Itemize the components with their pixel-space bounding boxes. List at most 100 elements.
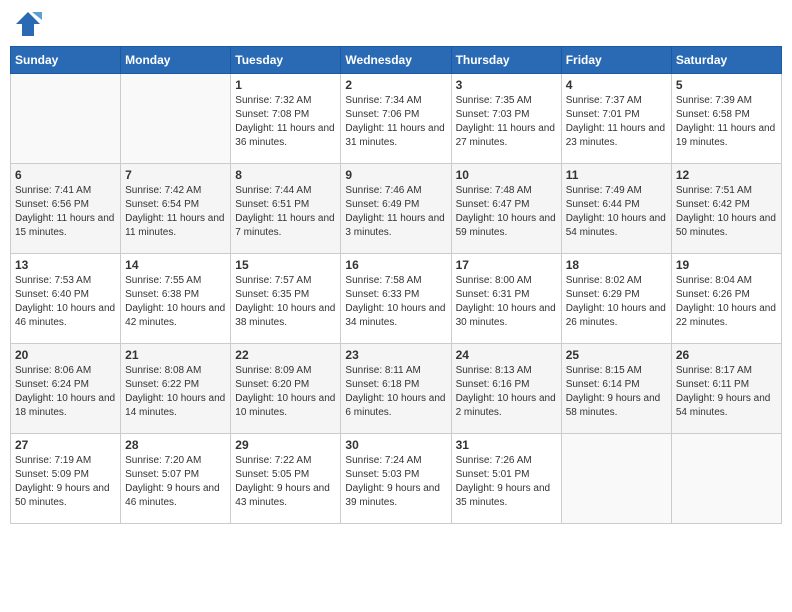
calendar-cell: 6 Sunrise: 7:41 AMSunset: 6:56 PMDaylight… — [11, 164, 121, 254]
weekday-header-sunday: Sunday — [11, 47, 121, 74]
day-number: 14 — [125, 258, 226, 272]
calendar-cell: 27 Sunrise: 7:19 AMSunset: 5:09 PMDayligh… — [11, 434, 121, 524]
calendar-cell: 13 Sunrise: 7:53 AMSunset: 6:40 PMDayligh… — [11, 254, 121, 344]
day-number: 6 — [15, 168, 116, 182]
cell-info: Sunrise: 8:11 AMSunset: 6:18 PMDaylight:… — [345, 364, 446, 420]
day-number: 7 — [125, 168, 226, 182]
calendar-cell: 16 Sunrise: 7:58 AMSunset: 6:33 PMDayligh… — [341, 254, 451, 344]
day-number: 22 — [235, 348, 336, 362]
calendar-cell: 3 Sunrise: 7:35 AMSunset: 7:03 PMDaylight… — [451, 74, 561, 164]
day-number: 13 — [15, 258, 116, 272]
calendar-cell: 29 Sunrise: 7:22 AMSunset: 5:05 PMDayligh… — [231, 434, 341, 524]
calendar-cell: 21 Sunrise: 8:08 AMSunset: 6:22 PMDayligh… — [121, 344, 231, 434]
cell-info: Sunrise: 7:34 AMSunset: 7:06 PMDaylight:… — [345, 94, 446, 150]
weekday-header-friday: Friday — [561, 47, 671, 74]
day-number: 8 — [235, 168, 336, 182]
calendar-cell: 8 Sunrise: 7:44 AMSunset: 6:51 PMDaylight… — [231, 164, 341, 254]
page-header — [10, 10, 782, 38]
day-number: 27 — [15, 438, 116, 452]
week-row-4: 20Sunrise: 8:06 AMSunset: 6:24 PMDayligh… — [11, 344, 782, 434]
weekday-header-wednesday: Wednesday — [341, 47, 451, 74]
week-row-1: 1 Sunrise: 7:32 AMSunset: 7:08 PMDaylight… — [11, 74, 782, 164]
day-number: 28 — [125, 438, 226, 452]
cell-info: Sunrise: 8:00 AMSunset: 6:31 PMDaylight:… — [456, 274, 557, 330]
cell-info: Sunrise: 8:04 AMSunset: 6:26 PMDaylight:… — [676, 274, 777, 330]
calendar-cell: 7Sunrise: 7:42 AMSunset: 6:54 PMDaylight… — [121, 164, 231, 254]
cell-info: Sunrise: 7:53 AMSunset: 6:40 PMDaylight:… — [15, 274, 116, 330]
calendar-cell: 28Sunrise: 7:20 AMSunset: 5:07 PMDayligh… — [121, 434, 231, 524]
cell-info: Sunrise: 7:46 AMSunset: 6:49 PMDaylight:… — [345, 184, 446, 240]
cell-info: Sunrise: 7:55 AMSunset: 6:38 PMDaylight:… — [125, 274, 226, 330]
cell-info: Sunrise: 7:22 AMSunset: 5:05 PMDaylight:… — [235, 454, 336, 510]
calendar-cell: 17 Sunrise: 8:00 AMSunset: 6:31 PMDayligh… — [451, 254, 561, 344]
weekday-header-thursday: Thursday — [451, 47, 561, 74]
weekday-header-monday: Monday — [121, 47, 231, 74]
calendar-cell — [121, 74, 231, 164]
calendar-cell: 22 Sunrise: 8:09 AMSunset: 6:20 PMDayligh… — [231, 344, 341, 434]
day-number: 2 — [345, 78, 446, 92]
day-number: 11 — [566, 168, 667, 182]
day-number: 12 — [676, 168, 777, 182]
cell-info: Sunrise: 7:49 AMSunset: 6:44 PMDaylight:… — [566, 184, 667, 240]
cell-info: Sunrise: 7:58 AMSunset: 6:33 PMDaylight:… — [345, 274, 446, 330]
day-number: 3 — [456, 78, 557, 92]
calendar-table: SundayMondayTuesdayWednesdayThursdayFrid… — [10, 46, 782, 524]
calendar-cell: 18Sunrise: 8:02 AMSunset: 6:29 PMDayligh… — [561, 254, 671, 344]
cell-info: Sunrise: 7:41 AMSunset: 6:56 PMDaylight:… — [15, 184, 116, 240]
calendar-cell: 1 Sunrise: 7:32 AMSunset: 7:08 PMDaylight… — [231, 74, 341, 164]
calendar-cell: 19 Sunrise: 8:04 AMSunset: 6:26 PMDayligh… — [671, 254, 781, 344]
day-number: 1 — [235, 78, 336, 92]
day-number: 31 — [456, 438, 557, 452]
header-row: SundayMondayTuesdayWednesdayThursdayFrid… — [11, 47, 782, 74]
day-number: 5 — [676, 78, 777, 92]
calendar-cell: 10 Sunrise: 7:48 AMSunset: 6:47 PMDayligh… — [451, 164, 561, 254]
day-number: 17 — [456, 258, 557, 272]
cell-info: Sunrise: 7:48 AMSunset: 6:47 PMDaylight:… — [456, 184, 557, 240]
cell-info: Sunrise: 7:32 AMSunset: 7:08 PMDaylight:… — [235, 94, 336, 150]
day-number: 20 — [15, 348, 116, 362]
day-number: 10 — [456, 168, 557, 182]
calendar-cell: 14 Sunrise: 7:55 AMSunset: 6:38 PMDayligh… — [121, 254, 231, 344]
calendar-cell: 15 Sunrise: 7:57 AMSunset: 6:35 PMDayligh… — [231, 254, 341, 344]
cell-info: Sunrise: 7:35 AMSunset: 7:03 PMDaylight:… — [456, 94, 557, 150]
calendar-cell — [561, 434, 671, 524]
cell-info: Sunrise: 7:44 AMSunset: 6:51 PMDaylight:… — [235, 184, 336, 240]
cell-info: Sunrise: 8:08 AMSunset: 6:22 PMDaylight:… — [125, 364, 226, 420]
calendar-cell: 5 Sunrise: 7:39 AMSunset: 6:58 PMDaylight… — [671, 74, 781, 164]
cell-info: Sunrise: 7:37 AMSunset: 7:01 PMDaylight:… — [566, 94, 667, 150]
cell-info: Sunrise: 7:19 AMSunset: 5:09 PMDaylight:… — [15, 454, 116, 510]
day-number: 21 — [125, 348, 226, 362]
weekday-header-tuesday: Tuesday — [231, 47, 341, 74]
calendar-cell: 20Sunrise: 8:06 AMSunset: 6:24 PMDayligh… — [11, 344, 121, 434]
calendar-cell — [11, 74, 121, 164]
cell-info: Sunrise: 7:39 AMSunset: 6:58 PMDaylight:… — [676, 94, 777, 150]
day-number: 24 — [456, 348, 557, 362]
cell-info: Sunrise: 8:15 AMSunset: 6:14 PMDaylight:… — [566, 364, 667, 420]
cell-info: Sunrise: 8:13 AMSunset: 6:16 PMDaylight:… — [456, 364, 557, 420]
calendar-cell: 4 Sunrise: 7:37 AMSunset: 7:01 PMDaylight… — [561, 74, 671, 164]
day-number: 19 — [676, 258, 777, 272]
cell-info: Sunrise: 7:57 AMSunset: 6:35 PMDaylight:… — [235, 274, 336, 330]
calendar-cell: 2 Sunrise: 7:34 AMSunset: 7:06 PMDaylight… — [341, 74, 451, 164]
calendar-cell: 11 Sunrise: 7:49 AMSunset: 6:44 PMDayligh… — [561, 164, 671, 254]
day-number: 30 — [345, 438, 446, 452]
week-row-5: 27 Sunrise: 7:19 AMSunset: 5:09 PMDayligh… — [11, 434, 782, 524]
calendar-cell: 25 Sunrise: 8:15 AMSunset: 6:14 PMDayligh… — [561, 344, 671, 434]
calendar-cell: 9Sunrise: 7:46 AMSunset: 6:49 PMDaylight… — [341, 164, 451, 254]
calendar-cell — [671, 434, 781, 524]
calendar-cell: 31 Sunrise: 7:26 AMSunset: 5:01 PMDayligh… — [451, 434, 561, 524]
cell-info: Sunrise: 8:09 AMSunset: 6:20 PMDaylight:… — [235, 364, 336, 420]
logo — [14, 10, 46, 38]
day-number: 16 — [345, 258, 446, 272]
day-number: 29 — [235, 438, 336, 452]
weekday-header-saturday: Saturday — [671, 47, 781, 74]
day-number: 18 — [566, 258, 667, 272]
cell-info: Sunrise: 7:51 AMSunset: 6:42 PMDaylight:… — [676, 184, 777, 240]
calendar-cell: 30 Sunrise: 7:24 AMSunset: 5:03 PMDayligh… — [341, 434, 451, 524]
day-number: 15 — [235, 258, 336, 272]
cell-info: Sunrise: 7:24 AMSunset: 5:03 PMDaylight:… — [345, 454, 446, 510]
day-number: 25 — [566, 348, 667, 362]
calendar-cell: 12 Sunrise: 7:51 AMSunset: 6:42 PMDayligh… — [671, 164, 781, 254]
cell-info: Sunrise: 7:26 AMSunset: 5:01 PMDaylight:… — [456, 454, 557, 510]
day-number: 4 — [566, 78, 667, 92]
